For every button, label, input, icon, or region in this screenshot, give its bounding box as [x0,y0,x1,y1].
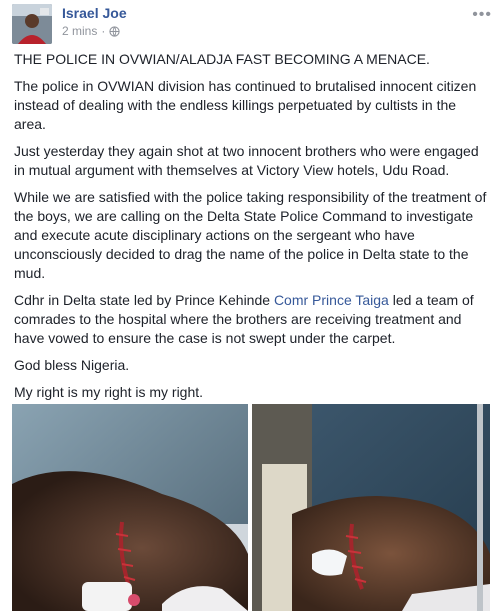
post-paragraph: The police in OVWIAN division has contin… [14,78,477,132]
post-timestamp[interactable]: 2 mins [62,24,97,38]
post-paragraph: While we are satisfied with the police t… [14,189,487,281]
separator-dot: · [101,24,106,38]
post-paragraph: THE POLICE IN OVWIAN/ALADJA FAST BECOMIN… [14,51,430,67]
post-paragraph: My right is my right is my right. [14,384,204,400]
more-options-icon[interactable]: ••• [472,6,492,24]
post-header: Israel Joe 2 mins · ••• [12,4,492,44]
tagged-user-link[interactable]: Comr Prince Taiga [274,292,389,308]
photo-grid [12,404,490,611]
post-paragraph: Just yesterday they again shot at two in… [14,143,479,178]
post-photo-1[interactable] [12,404,248,611]
paragraph-text: Cdhr in Delta state led by Prince Kehind… [14,292,274,308]
author-name[interactable]: Israel Joe [62,5,127,21]
facebook-post-card: Israel Joe 2 mins · ••• THE POLICE IN OV… [0,0,502,611]
avatar[interactable] [12,4,52,44]
post-paragraph: God bless Nigeria. [14,357,130,373]
post-paragraph: Cdhr in Delta state led by Prince Kehind… [14,291,490,348]
globe-icon [109,25,120,37]
post-meta: 2 mins · [62,24,120,38]
post-photo-2[interactable] [252,404,490,611]
post-text: THE POLICE IN OVWIAN/ALADJA FAST BECOMIN… [14,50,490,410]
